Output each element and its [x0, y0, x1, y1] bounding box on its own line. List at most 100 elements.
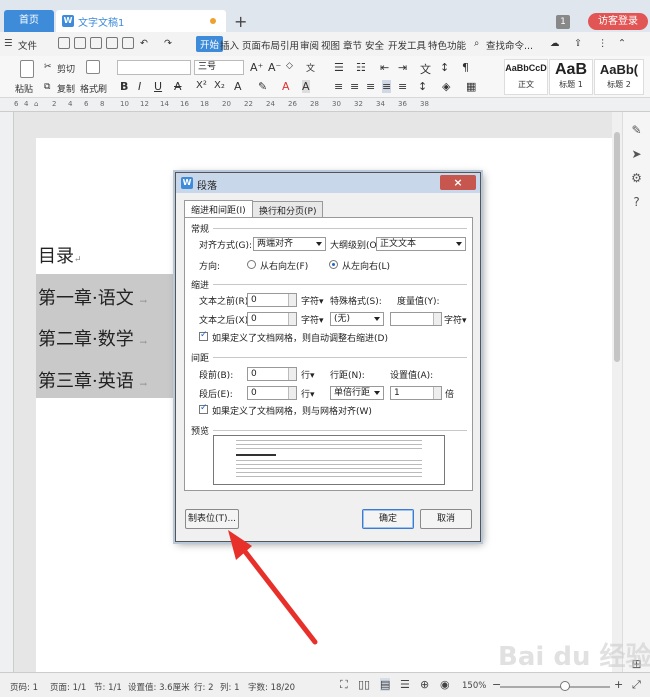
format-painter-button[interactable]: 格式刷: [80, 82, 107, 95]
sort-icon[interactable]: ↕: [440, 61, 449, 74]
menu-insert[interactable]: 插入: [220, 38, 239, 52]
rtl-radio[interactable]: [247, 260, 256, 269]
copy-button[interactable]: 复制: [57, 82, 75, 95]
tab-home[interactable]: 首页: [4, 10, 54, 32]
line-spacing-select[interactable]: 单倍行距: [330, 386, 384, 400]
distributed-icon[interactable]: ≡: [398, 80, 407, 93]
fit-page-icon[interactable]: ⤢: [632, 678, 641, 692]
share-icon[interactable]: ⇪: [574, 38, 582, 49]
select-cursor-icon[interactable]: ➤: [630, 148, 643, 161]
zoom-level[interactable]: 150%: [462, 681, 486, 691]
undo-icon[interactable]: ↶: [140, 38, 148, 49]
print-preview-icon[interactable]: [122, 37, 134, 49]
paste-button[interactable]: 粘贴: [15, 82, 33, 95]
new-tab-button[interactable]: +: [234, 12, 247, 31]
char-shading-icon[interactable]: A: [302, 80, 310, 93]
paste-icon[interactable]: [20, 60, 34, 78]
more-icon[interactable]: ⋮: [598, 38, 608, 49]
spacing-after-unit[interactable]: 行▾: [301, 387, 315, 400]
outline-select[interactable]: 正文文本: [376, 237, 466, 251]
collapse-ribbon-icon[interactable]: ⌃: [618, 38, 626, 49]
menu-view[interactable]: 视图: [321, 38, 340, 52]
menu-references[interactable]: 引用: [280, 38, 299, 52]
toc-heading[interactable]: 目录↵: [38, 242, 82, 268]
export-pdf-icon[interactable]: [90, 37, 102, 49]
spinner-arrows-icon[interactable]: [433, 387, 441, 399]
chinese-layout-icon[interactable]: 文: [420, 61, 431, 77]
spinner-arrows-icon[interactable]: [288, 294, 296, 306]
cloud-icon[interactable]: ☁: [550, 38, 560, 49]
style-heading1[interactable]: AaB 标题 1: [549, 59, 593, 95]
pinyin-icon[interactable]: 文: [306, 61, 315, 74]
reading-view-icon[interactable]: ▯▯: [358, 678, 370, 691]
pen-icon[interactable]: ✎: [630, 124, 643, 137]
menu-page-layout[interactable]: 页面布局: [242, 38, 280, 52]
redo-icon[interactable]: ↷: [164, 38, 172, 49]
snap-grid-label[interactable]: 如果定义了文档网格，则与网格对齐(W): [212, 404, 372, 417]
tab-line-page-breaks[interactable]: 换行和分页(P): [252, 201, 324, 217]
menu-chapter[interactable]: 章节: [343, 38, 362, 52]
zoom-slider-knob[interactable]: [560, 681, 570, 691]
menu-start[interactable]: 开始: [196, 36, 224, 52]
menu-review[interactable]: 审阅: [300, 38, 319, 52]
ltr-radio[interactable]: [329, 260, 338, 269]
superscript-icon[interactable]: X²: [196, 80, 207, 91]
menu-security[interactable]: 安全: [365, 38, 384, 52]
copy-icon[interactable]: ⧉: [44, 82, 50, 92]
align-select[interactable]: 两端对齐: [253, 237, 326, 251]
outline-view-icon[interactable]: ☰: [400, 678, 410, 691]
menu-features[interactable]: 特色功能: [428, 38, 466, 52]
decrease-indent-icon[interactable]: ⇤: [380, 61, 389, 74]
tab-indent-spacing[interactable]: 缩进和间距(I): [184, 200, 253, 218]
ruler-indent-marker[interactable]: ⌂: [34, 100, 38, 108]
grow-font-icon[interactable]: A⁺: [250, 61, 263, 74]
auto-right-indent-label[interactable]: 如果定义了文档网格，则自动调整右缩进(D): [212, 331, 388, 344]
spacing-before-input[interactable]: 0: [247, 367, 297, 381]
zoom-in-icon[interactable]: +: [614, 678, 623, 691]
help-icon[interactable]: ?: [630, 196, 643, 209]
cancel-button[interactable]: 取消: [420, 509, 472, 529]
indent-before-unit[interactable]: 字符▾: [301, 294, 324, 307]
strikethrough-icon[interactable]: A: [174, 80, 182, 93]
set-value-input[interactable]: 1: [390, 386, 442, 400]
spinner-arrows-icon[interactable]: [288, 368, 296, 380]
dialog-close-button[interactable]: ×: [440, 175, 476, 190]
menu-developer[interactable]: 开发工具: [388, 38, 426, 52]
underline-button[interactable]: U: [154, 80, 162, 93]
format-painter-icon[interactable]: [86, 60, 100, 74]
align-center-icon[interactable]: ≡: [350, 80, 359, 93]
status-words[interactable]: 字数: 18/20: [248, 681, 295, 693]
borders-icon[interactable]: ▦: [466, 80, 476, 93]
settings-sliders-icon[interactable]: ⚙: [630, 172, 643, 185]
toc-line-3[interactable]: 第三章·英语 →: [38, 367, 147, 393]
measure-input[interactable]: [390, 312, 442, 326]
horizontal-ruler[interactable]: 6 4 ⌂ 2 4 6 8 10 12 14 16 18 20 22 24 26…: [0, 98, 650, 112]
toc-line-1[interactable]: 第一章·语文 →: [38, 284, 147, 310]
scissors-icon[interactable]: ✂: [44, 62, 52, 72]
tab-stops-button[interactable]: 制表位(T)...: [185, 509, 239, 529]
spinner-arrows-icon[interactable]: [288, 387, 296, 399]
open-icon[interactable]: [58, 37, 70, 49]
rtl-label[interactable]: 从右向左(F): [260, 259, 308, 272]
scrollbar-thumb[interactable]: [614, 132, 620, 362]
text-effect-icon[interactable]: A: [234, 80, 242, 93]
zoom-out-icon[interactable]: −: [492, 678, 501, 691]
save-icon[interactable]: [74, 37, 86, 49]
font-family-select[interactable]: [117, 60, 191, 75]
spinner-arrows-icon[interactable]: [433, 313, 441, 325]
snap-grid-checkbox[interactable]: [199, 403, 208, 414]
justify-icon[interactable]: ≡: [382, 80, 392, 93]
print-icon[interactable]: [106, 37, 118, 49]
web-view-icon[interactable]: ⊕: [420, 678, 429, 691]
subscript-icon[interactable]: X₂: [214, 80, 225, 91]
eye-protect-icon[interactable]: ◉: [440, 678, 450, 691]
menu-file[interactable]: 文件: [18, 38, 37, 52]
dialog-titlebar[interactable]: W 段落 ×: [176, 173, 480, 193]
numbered-list-icon[interactable]: ☷: [356, 61, 366, 74]
italic-button[interactable]: I: [138, 80, 141, 93]
bold-button[interactable]: B: [120, 80, 128, 93]
window-count-badge[interactable]: 1: [556, 15, 570, 29]
bullet-list-icon[interactable]: ☰: [334, 61, 344, 74]
search-command[interactable]: 查找命令...: [486, 38, 533, 52]
cut-button[interactable]: 剪切: [57, 62, 75, 75]
